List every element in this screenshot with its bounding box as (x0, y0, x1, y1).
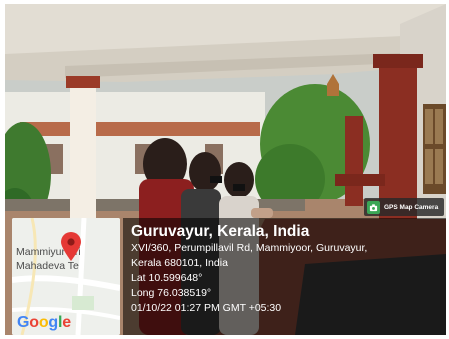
location-info-panel: Guruvayur, Kerala, India XVI/360, Perump… (123, 218, 446, 335)
address-line-2: Kerala 680101, India (131, 257, 228, 269)
logo-letter: g (48, 314, 58, 331)
longitude: Long 76.038519° (131, 287, 212, 299)
location-map[interactable]: Mammiyur Sri Mahadeva Te Google (12, 218, 120, 335)
railing (335, 174, 385, 186)
google-logo: Google (17, 314, 71, 332)
badge-label: GPS Map Camera (384, 203, 439, 211)
photo-frame: GPS Map Camera Mammiyur Sri Mahadeva Te … (5, 4, 446, 335)
distant-roof (20, 122, 260, 136)
datetime: 01/10/22 01:27 PM GMT +05:30 (131, 302, 282, 314)
logo-letter: e (62, 314, 71, 331)
location-title: Guruvayur, Kerala, India (131, 223, 310, 240)
logo-letter: o (38, 314, 49, 331)
gps-camera-icon (367, 200, 380, 214)
logo-letter: o (29, 314, 39, 331)
latitude: Lat 10.599648° (131, 272, 203, 284)
gps-camera-badge: GPS Map Camera (364, 198, 444, 216)
map-pin-icon (61, 232, 81, 261)
pillar-left (70, 79, 96, 219)
logo-letter: G (17, 314, 30, 331)
pillar-mid (345, 116, 363, 206)
address-line-1: XVI/360, Perumpillavil Rd, Mammiyoor, Gu… (131, 242, 368, 254)
